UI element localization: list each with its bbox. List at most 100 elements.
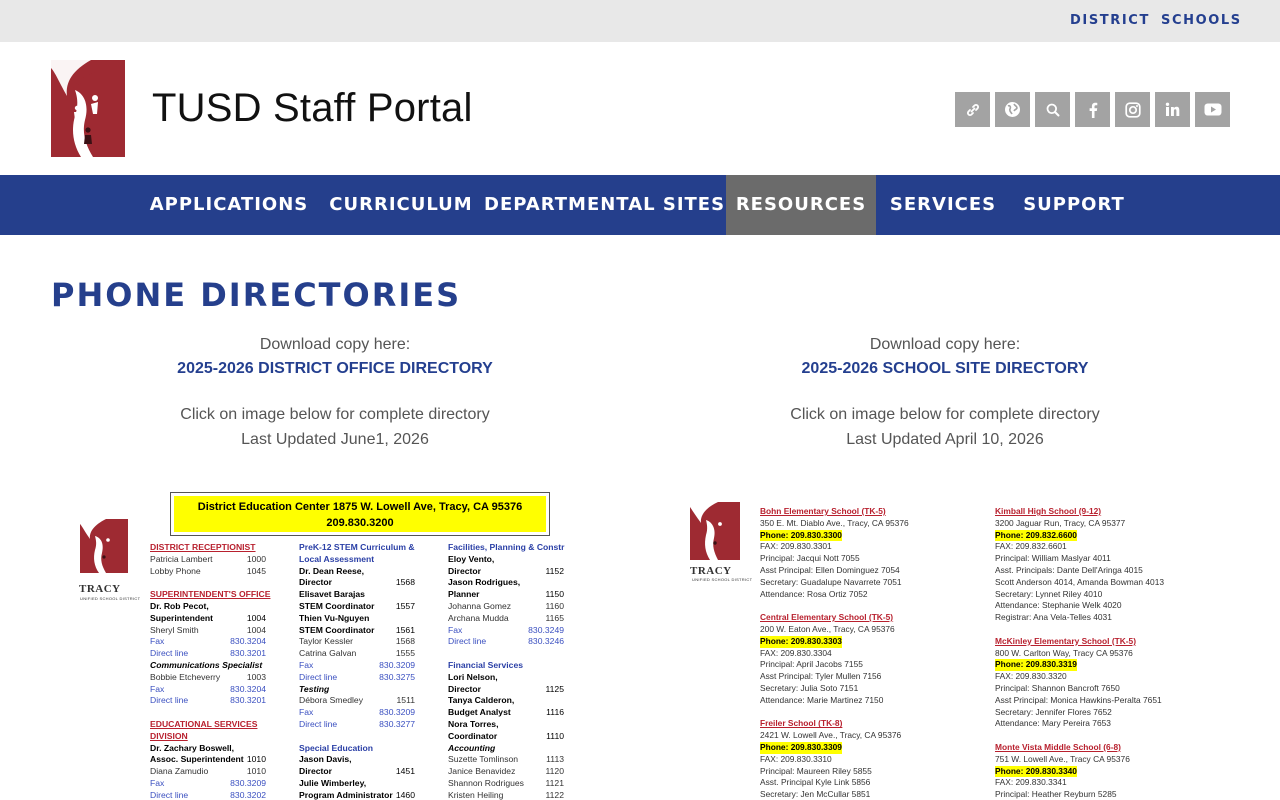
entry-name: Dr. Dean Reese,: [299, 565, 364, 576]
entry-extension: 830.3202: [230, 789, 266, 800]
directory-entry: Dr. Zachary Boswell,: [150, 743, 266, 755]
school-entry: Asst Principal: Tyler Mullen 7156: [760, 671, 882, 682]
nav-applications[interactable]: APPLICATIONS: [140, 175, 318, 235]
entry-extension: 1557: [395, 600, 415, 611]
entry-name: Coordinator: [448, 730, 498, 741]
directory-entry: Fax 830.3249: [448, 625, 564, 637]
entry-name: Fax: [150, 636, 165, 647]
school-column-1: Bohn Elementary School (TK-5) 350 E. Mt. …: [760, 506, 975, 800]
directory-entry: Facilities, Planning & Constr: [448, 542, 565, 554]
linkedin-icon[interactable]: [1155, 92, 1190, 127]
directory-entry: Direct line 830.3277: [299, 719, 415, 731]
school-entry: FAX: 209.830.3304: [760, 647, 832, 658]
entry-name: Director: [448, 565, 481, 576]
entry-extension: 1110: [546, 730, 564, 741]
nav-curriculum[interactable]: CURRICULUM: [320, 175, 482, 235]
entry-extension: 830.3204: [230, 636, 266, 647]
entry-name: Eloy Vento,: [448, 553, 495, 564]
entry-name: Testing: [299, 683, 330, 694]
directory-entry: Elisavet Barajas: [299, 589, 415, 601]
school-entry: Phone: 209.830.3319: [995, 659, 1200, 672]
school-entry: Monte Vista Middle School (6-8): [995, 741, 1121, 752]
tracy-logo-mark: [690, 502, 740, 560]
entry-extension: 830.3201: [230, 648, 266, 659]
school-phone: Phone: 209.830.3319: [995, 659, 1077, 672]
entry-extension: 830.3209: [379, 707, 415, 718]
district-logo[interactable]: [51, 60, 125, 157]
directory-entry: Kristen Heiling 1122: [448, 790, 564, 800]
school-phone: Phone: 209.832.6600: [995, 529, 1077, 542]
entry-name: Fax: [150, 683, 165, 694]
nav-resources[interactable]: RESOURCES: [726, 175, 876, 235]
entry-name: Bobbie Etcheverry: [150, 671, 221, 682]
school-entry: Principal: William Maslyar 4011: [995, 553, 1111, 564]
nav-departmental-sites[interactable]: DEPARTMENTAL SITES: [484, 175, 724, 235]
directory-entry: Financial Services: [448, 660, 564, 672]
school-entry: FAX: 209.830.3320: [995, 671, 1067, 682]
entry-name: DIVISION: [150, 730, 188, 741]
directory-entry: Diana Zamudio 1010: [150, 766, 266, 778]
entry-extension: 1045: [246, 565, 266, 576]
youtube-icon[interactable]: [1195, 92, 1230, 127]
district-link[interactable]: DISTRICT: [1070, 13, 1150, 28]
entry-name: Nora Torres,: [448, 718, 499, 729]
nav-support[interactable]: SUPPORT: [1010, 175, 1138, 235]
entry-extension: 1568: [395, 577, 415, 588]
entry-extension: 830.3275: [379, 671, 415, 682]
entry-extension: 830.3249: [528, 624, 564, 635]
directory-entry: Accounting: [448, 743, 564, 755]
instagram-icon[interactable]: [1115, 92, 1150, 127]
school-directory-link[interactable]: 2025-2026 SCHOOL SITE DIRECTORY: [660, 356, 1230, 382]
district-directory-image[interactable]: District Education Center 1875 W. Lowell…: [70, 485, 570, 800]
school-entry: Attendance: Mary Pereira 7653: [995, 718, 1111, 729]
facebook-icon[interactable]: [1075, 92, 1110, 127]
last-updated: Last Updated April 10, 2026: [846, 431, 1044, 448]
globe-icon[interactable]: [995, 92, 1030, 127]
entry-extension: 1113: [546, 754, 564, 765]
banner-phone: 209.830.3200: [326, 517, 394, 529]
entry-name: DISTRICT RECEPTIONIST: [150, 542, 256, 552]
site-title[interactable]: TUSD Staff Portal: [152, 86, 473, 131]
entry-extension: 1568: [395, 636, 415, 647]
entry-extension: 1555: [395, 648, 415, 659]
school-entry: Asst. Principal Kyle Link 5856: [760, 777, 871, 788]
schools-link[interactable]: SCHOOLS: [1161, 13, 1242, 28]
main-nav: APPLICATIONS CURRICULUM DEPARTMENTAL SIT…: [0, 175, 1280, 235]
school-entry: FAX: 209.830.3310: [760, 753, 832, 764]
link-icon[interactable]: [955, 92, 990, 127]
entry-name: Elisavet Barajas: [299, 589, 365, 600]
entry-name: Suzette Tomlinson: [448, 754, 519, 765]
entry-name: Jason Rodrigues,: [448, 577, 521, 588]
directory-entry: Thien Vu-Nguyen: [299, 613, 415, 625]
school-phone: Phone: 209.830.3300: [760, 529, 842, 542]
entry-name: EDUCATIONAL SERVICES: [150, 718, 258, 729]
directory-entry: DIVISION: [150, 731, 266, 743]
school-directory-image[interactable]: TRACY UNIFIED SCHOOL DISTRICT Bohn Eleme…: [680, 495, 1200, 800]
district-directory-link[interactable]: 2025-2026 DISTRICT OFFICE DIRECTORY: [50, 356, 620, 382]
entry-name: Thien Vu-Nguyen: [299, 612, 370, 623]
directory-entry: Director 1152: [448, 566, 564, 578]
banner-address: District Education Center 1875 W. Lowell…: [197, 501, 523, 513]
school-entry: Principal: Jacqui Nott 7055: [760, 553, 860, 564]
directory-entry: Bobbie Etcheverry 1003: [150, 672, 266, 684]
directory-entry: Program Administrator 1460: [299, 790, 415, 800]
nav-services[interactable]: SERVICES: [878, 175, 1008, 235]
directory-entry: STEM Coordinator 1561: [299, 625, 415, 637]
directory-entry: Johanna Gomez 1160: [448, 601, 564, 613]
entry-name: Archana Mudda: [448, 612, 509, 623]
school-entry: 3200 Jaguar Run, Tracy, CA 95377: [995, 517, 1126, 528]
school-entry: FAX: 209.832.6601: [995, 541, 1067, 552]
school-entry: 751 W. Lowell Ave., Tracy CA 95376: [995, 753, 1130, 764]
directory-entry: PreK-12 STEM Curriculum &: [299, 542, 415, 554]
entry-name: Planner: [448, 589, 480, 600]
search-icon[interactable]: [1035, 92, 1070, 127]
entry-name: Dr. Rob Pecot,: [150, 600, 209, 611]
directory-entry: Catrina Galvan 1555: [299, 648, 415, 660]
entry-extension: 1004: [246, 612, 266, 623]
directory-entry: Superintendent 1004: [150, 613, 266, 625]
tracy-logo-mark: [80, 519, 128, 573]
directory-entry: Fax 830.3204: [150, 636, 266, 648]
